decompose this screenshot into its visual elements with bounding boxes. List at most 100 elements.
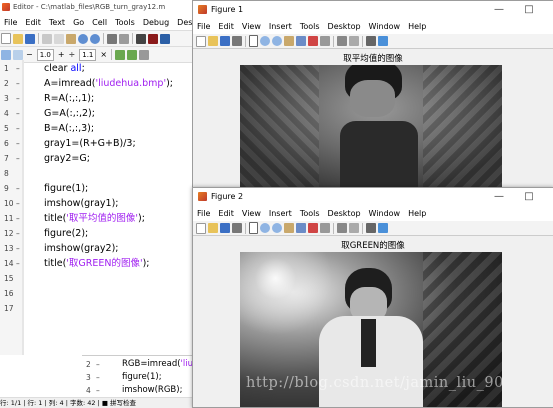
dock-icon[interactable]	[378, 223, 388, 233]
binoculars-icon[interactable]	[136, 33, 146, 44]
new-figure-icon[interactable]	[196, 35, 206, 47]
code-line[interactable]: 11– title('取平均值的图像');	[0, 211, 192, 226]
menu-view[interactable]: View	[238, 22, 265, 31]
zoom-out-icon[interactable]	[272, 36, 282, 46]
code-line[interactable]: 3– R=A(:,:,1);	[0, 91, 192, 106]
menu-window[interactable]: Window	[365, 209, 405, 218]
maximize-button[interactable]: □	[515, 1, 543, 18]
code-text[interactable]: imshow(gray2);	[44, 241, 118, 256]
legend-icon[interactable]	[349, 223, 359, 233]
menu-help[interactable]: Help	[404, 209, 430, 218]
multiply-button[interactable]: ×	[98, 50, 109, 59]
colorbar-icon[interactable]	[337, 36, 347, 46]
data-cursor-icon[interactable]	[308, 223, 318, 233]
menu-desktop[interactable]: Desktop	[173, 18, 192, 27]
open-folder-icon[interactable]	[13, 33, 23, 44]
save-icon[interactable]	[25, 33, 35, 44]
divide-button[interactable]: ÷	[67, 50, 78, 59]
breakpoint-marker[interactable]: –	[16, 121, 20, 136]
menu-cell[interactable]: Cell	[88, 18, 111, 27]
code-line[interactable]: 4– G=A(:,:,2);	[0, 106, 192, 121]
run-advance-icon[interactable]	[127, 49, 138, 60]
code-line[interactable]: 8	[0, 166, 192, 181]
code-text[interactable]: title('取平均值的图像');	[44, 211, 145, 226]
menu-file[interactable]: File	[0, 18, 21, 27]
save-icon[interactable]	[220, 36, 230, 46]
code-line[interactable]: 5– B=A(:,:,3);	[0, 121, 192, 136]
code-line[interactable]: 12– figure(2);	[0, 226, 192, 241]
menu-edit[interactable]: Edit	[214, 22, 238, 31]
zoom-out-icon[interactable]	[272, 223, 282, 233]
rotate-icon[interactable]	[296, 223, 306, 233]
breakpoint-marker[interactable]: –	[96, 384, 100, 397]
menu-file[interactable]: File	[193, 22, 214, 31]
pan-icon[interactable]	[284, 36, 294, 46]
breakpoint-marker[interactable]: –	[16, 181, 20, 196]
print-icon[interactable]	[232, 36, 242, 46]
menu-text[interactable]: Text	[45, 18, 69, 27]
code-text[interactable]: imshow(RGB);	[122, 384, 182, 397]
breakpoint-marker[interactable]: –	[16, 211, 20, 226]
code-text[interactable]: figure(1);	[122, 371, 162, 384]
pan-icon[interactable]	[284, 223, 294, 233]
find-icon[interactable]	[119, 33, 129, 44]
maximize-button[interactable]: □	[515, 188, 543, 205]
rotate-icon[interactable]	[296, 36, 306, 46]
breakpoint-marker[interactable]: –	[16, 136, 20, 151]
legend-icon[interactable]	[349, 36, 359, 46]
menu-view[interactable]: View	[238, 209, 265, 218]
code-text[interactable]: G=A(:,:,2);	[44, 106, 95, 121]
cell-eval-icon[interactable]	[13, 49, 23, 60]
menu-desktop[interactable]: Desktop	[324, 209, 365, 218]
editor-titlebar[interactable]: Editor - C:\matlab_files\RGB_turn_gray12…	[0, 0, 192, 14]
increment-value-b[interactable]: 1.1	[79, 48, 97, 61]
publish-icon[interactable]	[139, 49, 150, 60]
code-text[interactable]: gray2=G;	[44, 151, 90, 166]
second-code-line[interactable]: 4– imshow(RGB);	[82, 384, 192, 397]
save-icon[interactable]	[220, 223, 230, 233]
dock-icon[interactable]	[378, 36, 388, 46]
data-cursor-icon[interactable]	[308, 36, 318, 46]
code-text[interactable]: B=A(:,:,3);	[44, 121, 94, 136]
breakpoint-marker[interactable]: –	[16, 106, 20, 121]
code-area[interactable]: 1– clear all; 2– A=imread('liudehua.bmp'); 3…	[0, 60, 192, 355]
code-line[interactable]: 14– title('取GREEN的图像');	[0, 256, 192, 271]
hide-tools-icon[interactable]	[366, 223, 376, 233]
menu-tools[interactable]: Tools	[111, 18, 139, 27]
hide-tools-icon[interactable]	[366, 36, 376, 46]
redo-icon[interactable]	[90, 33, 100, 44]
figure-2-titlebar[interactable]: Figure 2 — □	[193, 188, 553, 205]
print-icon[interactable]	[107, 33, 117, 44]
breakpoint-marker[interactable]: –	[16, 241, 20, 256]
menu-help[interactable]: Help	[404, 22, 430, 31]
code-text[interactable]: figure(1);	[44, 181, 88, 196]
code-text[interactable]: gray1=(R+G+B)/3;	[44, 136, 136, 151]
menu-window[interactable]: Window	[365, 22, 405, 31]
paste-icon[interactable]	[66, 33, 76, 44]
menu-insert[interactable]: Insert	[265, 209, 296, 218]
menu-edit[interactable]: Edit	[21, 18, 45, 27]
run-cell-icon[interactable]	[115, 49, 126, 60]
cut-icon[interactable]	[42, 33, 52, 44]
pointer-icon[interactable]	[249, 35, 258, 47]
open-icon[interactable]	[208, 223, 218, 233]
code-text[interactable]: R=A(:,:,1);	[44, 91, 94, 106]
menu-tools[interactable]: Tools	[296, 22, 324, 31]
code-text[interactable]: imshow(gray1);	[44, 196, 118, 211]
open-icon[interactable]	[208, 36, 218, 46]
back-arrow-icon[interactable]	[148, 33, 158, 44]
code-line[interactable]: 13– imshow(gray2);	[0, 241, 192, 256]
menu-tools[interactable]: Tools	[296, 209, 324, 218]
code-line[interactable]: 6– gray1=(R+G+B)/3;	[0, 136, 192, 151]
breakpoint-marker[interactable]: –	[16, 91, 20, 106]
second-editor-pane[interactable]: 2– RGB=imread('liu 3– figure(1); 4– imshow(RG…	[82, 355, 192, 398]
breakpoint-marker[interactable]: –	[16, 196, 20, 211]
code-line[interactable]: 10– imshow(gray1);	[0, 196, 192, 211]
undo-icon[interactable]	[78, 33, 88, 44]
new-file-icon[interactable]	[1, 33, 11, 44]
code-text[interactable]: title('取GREEN的图像');	[44, 256, 150, 271]
brush-icon[interactable]	[320, 36, 330, 46]
code-line[interactable]: 17	[0, 301, 192, 316]
code-text[interactable]: figure(2);	[44, 226, 88, 241]
brush-icon[interactable]	[320, 223, 330, 233]
